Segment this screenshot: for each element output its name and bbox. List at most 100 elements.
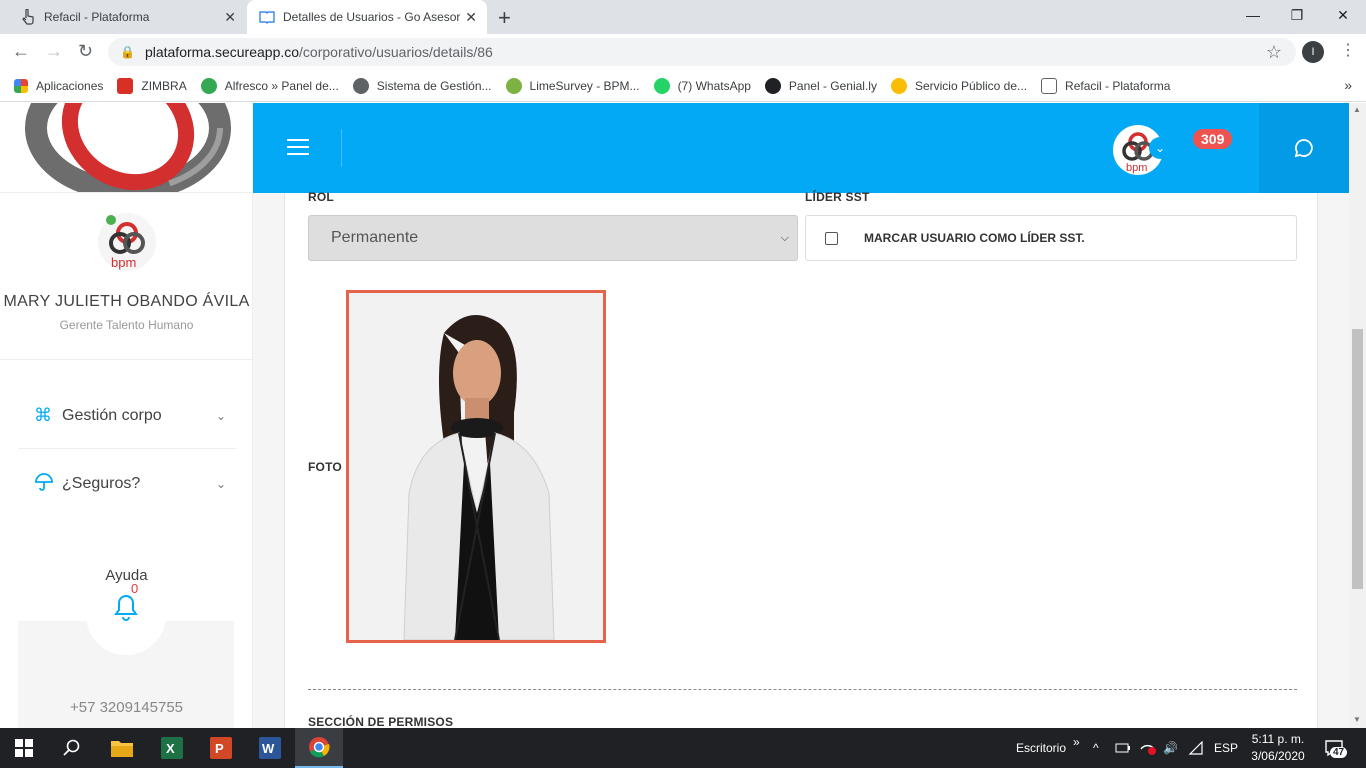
user-name: MARY JULIETH OBANDO ÁVILA [3, 293, 250, 310]
desktop-expand-icon[interactable]: » [1073, 722, 1080, 762]
avatar-text: bpm [111, 255, 137, 270]
bookmark-alfresco[interactable]: Alfresco » Panel de... [200, 77, 339, 94]
bell-icon[interactable] [113, 593, 139, 626]
menu-label: ¿Seguros? [62, 475, 141, 492]
volume-icon[interactable]: 🔊 [1163, 728, 1178, 768]
help-label: Ayuda [105, 567, 148, 584]
phone-number: +57 3209145755 [69, 699, 184, 716]
command-icon: ⌘ [34, 405, 52, 425]
user-photo[interactable] [346, 290, 606, 643]
file-explorer-icon[interactable] [98, 728, 146, 768]
reload-icon[interactable]: ↻ [78, 41, 93, 62]
svg-text:bpm: bpm [1126, 162, 1147, 174]
minimize-icon[interactable]: — [1230, 0, 1276, 30]
bookmark-label: Panel - Genial.ly [788, 78, 877, 93]
more-bookmarks-icon[interactable]: » [1344, 77, 1352, 93]
show-hidden-icons[interactable]: ^ [1093, 728, 1099, 768]
scroll-up-icon[interactable]: ▲ [1353, 105, 1361, 114]
online-status-dot [106, 215, 116, 225]
bookmark-label: Alfresco » Panel de... [224, 78, 339, 93]
hamburger-menu-icon[interactable] [287, 139, 309, 160]
tab-strip: Refacil - Plataforma ✕ Detalles de Usuar… [0, 0, 1366, 34]
windows-taskbar: X P W Escritorio » ^ 🔊 ESP 5:11 p. m. 3/… [0, 728, 1366, 768]
bookmark-label: ZIMBRA [141, 78, 187, 93]
bookmark-star-icon[interactable]: ☆ [1266, 42, 1282, 63]
sidebar: bpm MARY JULIETH OBANDO ÁVILA Gerente Ta… [0, 103, 253, 728]
lider-sst-field: MARCAR USUARIO COMO LÍDER SST. [805, 215, 1297, 261]
battery-icon[interactable] [1115, 728, 1131, 768]
wifi-icon[interactable] [1188, 728, 1204, 768]
clock[interactable]: 5:11 p. m. 3/06/2020 [1248, 731, 1308, 765]
chrome-icon[interactable] [295, 728, 343, 768]
new-tab-icon[interactable]: + [498, 5, 511, 31]
hand-cursor-icon [1041, 77, 1058, 94]
bookmark-genially[interactable]: Panel - Genial.ly [764, 77, 877, 94]
bookmark-sistema-gestion[interactable]: Sistema de Gestión... [352, 77, 492, 94]
chat-icon[interactable] [1259, 103, 1349, 193]
scroll-down-icon[interactable]: ▼ [1353, 715, 1361, 724]
svg-text:P: P [215, 741, 224, 756]
word-icon[interactable]: W [246, 728, 294, 768]
chevron-down-icon: ⌄ [215, 477, 226, 491]
desktop-toolbar[interactable]: Escritorio [1016, 728, 1066, 768]
genially-icon [764, 77, 781, 94]
lock-icon: 🔒 [120, 45, 135, 59]
action-center-icon[interactable]: 47 [1324, 728, 1348, 768]
excel-icon[interactable]: X [148, 728, 196, 768]
network-warning-icon[interactable] [1139, 728, 1157, 768]
bookmark-servicio-publico[interactable]: Servicio Público de... [890, 77, 1028, 94]
page-scrollbar[interactable]: ▲ ▼ [1349, 103, 1366, 728]
notification-count: 47 [1330, 747, 1348, 758]
forward-icon[interactable]: → [45, 41, 63, 62]
bookmark-apps[interactable]: Aplicaciones [14, 78, 103, 93]
bookmark-label: (7) WhatsApp [677, 78, 751, 93]
zimbra-icon [117, 77, 134, 94]
bookmarks-bar: Aplicaciones ZIMBRA Alfresco » Panel de.… [0, 70, 1366, 102]
clock-date: 3/06/2020 [1251, 749, 1305, 763]
back-icon[interactable]: ← [12, 41, 30, 62]
chevron-down-icon: ⌄ [215, 408, 226, 423]
user-details-form: ROL LÍDER SST Permanente ⌵ MARCAR USUARI… [284, 190, 1318, 728]
lider-sst-checkbox[interactable] [825, 231, 838, 245]
divider [0, 359, 253, 360]
chevron-down-icon[interactable]: ⌄ [1149, 137, 1171, 159]
tab-detalles-usuarios[interactable]: Detalles de Usuarios - Go Asesor ✕ [247, 0, 487, 34]
apps-grid-icon [14, 78, 28, 93]
close-tab-icon[interactable]: ✕ [224, 9, 236, 26]
rol-select[interactable]: Permanente ⌵ [308, 215, 798, 261]
chevron-down-icon: ⌵ [780, 231, 789, 244]
umbrella-icon [34, 472, 54, 497]
profile-avatar[interactable]: I [1302, 41, 1324, 63]
search-icon[interactable] [48, 728, 96, 768]
powerpoint-icon[interactable]: P [197, 728, 245, 768]
bookmark-limesurvey[interactable]: LimeSurvey - BPM... [505, 77, 640, 94]
tab-refacil[interactable]: Refacil - Plataforma ✕ [10, 0, 246, 34]
notification-badge[interactable]: 309 [1193, 129, 1233, 149]
tab-title: Detalles de Usuarios - Go Asesor [283, 10, 461, 24]
foto-label: FOTO [308, 460, 342, 474]
close-tab-icon[interactable]: ✕ [465, 9, 477, 26]
lider-sst-checkbox-label[interactable]: MARCAR USUARIO COMO LÍDER SST. [864, 231, 1085, 245]
tab-title: Refacil - Plataforma [44, 10, 150, 24]
browser-toolbar: ← → ↻ 🔒 plataforma.secureapp.co/corporat… [0, 34, 1366, 70]
bookmark-refacil[interactable]: Refacil - Plataforma [1041, 77, 1171, 94]
address-bar[interactable]: 🔒 plataforma.secureapp.co/corporativo/us… [108, 38, 1296, 66]
bookmark-zimbra[interactable]: ZIMBRA [117, 77, 187, 94]
book-icon [259, 9, 275, 25]
maximize-icon[interactable]: ❐ [1274, 0, 1320, 30]
windows-start-icon[interactable] [0, 728, 48, 768]
bookmark-label: Servicio Público de... [914, 78, 1028, 93]
url-host: plataforma.secureapp.co [144, 44, 300, 60]
divider [341, 129, 342, 167]
language-indicator[interactable]: ESP [1214, 728, 1238, 768]
bookmark-label: LimeSurvey - BPM... [529, 78, 640, 93]
menu-seguros[interactable]: ¿Seguros? ⌄ [18, 451, 236, 517]
bookmark-label: Refacil - Plataforma [1065, 78, 1171, 93]
company-logo [0, 103, 253, 193]
bookmark-whatsapp[interactable]: (7) WhatsApp [653, 77, 751, 94]
menu-gestion-corpo[interactable]: ⌘ Gestión corpo ⌄ [18, 383, 236, 449]
scroll-thumb[interactable] [1352, 329, 1363, 589]
close-window-icon[interactable]: ✕ [1320, 0, 1366, 30]
menu-kebab-icon[interactable]: ⋮ [1340, 40, 1356, 60]
globe-icon [352, 77, 369, 94]
